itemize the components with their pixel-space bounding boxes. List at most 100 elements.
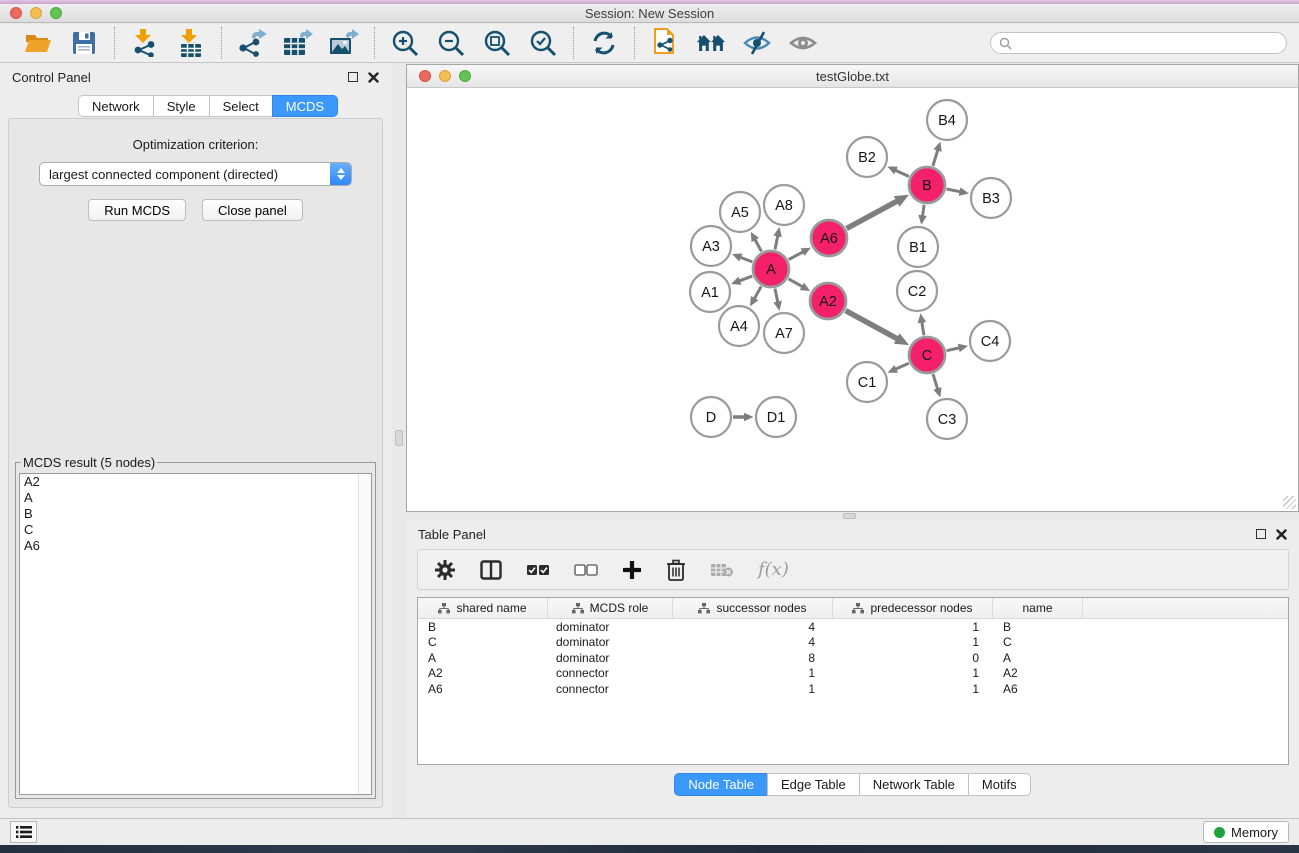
- column-header-name[interactable]: name: [993, 598, 1083, 618]
- tab-style[interactable]: Style: [153, 95, 210, 117]
- zoom-window-button[interactable]: [50, 7, 62, 19]
- tab-edge-table[interactable]: Edge Table: [767, 773, 860, 796]
- minimize-window-button[interactable]: [30, 7, 42, 19]
- graph-node-label-A1: A1: [701, 285, 719, 301]
- graph-edge-A2-C[interactable]: [846, 311, 898, 339]
- network-from-file-icon[interactable]: [650, 28, 680, 58]
- tab-network-table[interactable]: Network Table: [859, 773, 969, 796]
- column-header-successor-nodes[interactable]: successor nodes: [673, 598, 833, 618]
- graph-edge-C-C3[interactable]: [933, 374, 938, 389]
- task-history-button[interactable]: [10, 821, 37, 843]
- deselect-all-icon[interactable]: [574, 563, 598, 577]
- cell-name: A: [993, 651, 1083, 665]
- cell-successor-nodes: 1: [673, 666, 833, 680]
- horizontal-split-handle[interactable]: [843, 513, 856, 519]
- graph-edge-A-A8[interactable]: [775, 235, 778, 249]
- graph-edge-A-A1[interactable]: [739, 276, 752, 281]
- graph-node-label-A: A: [766, 262, 776, 278]
- add-column-icon[interactable]: [622, 560, 642, 580]
- search-input[interactable]: [1018, 36, 1278, 51]
- column-label: predecessor nodes: [870, 601, 972, 615]
- close-window-button[interactable]: [10, 7, 22, 19]
- show-graphics-details-icon[interactable]: [788, 28, 818, 58]
- optimization-criterion-select[interactable]: largest connected component (directed): [39, 162, 352, 186]
- zoom-out-icon[interactable]: [436, 28, 466, 58]
- run-mcds-button[interactable]: Run MCDS: [88, 199, 186, 221]
- zoom-network-button[interactable]: [459, 70, 471, 82]
- network-window-title: testGlobe.txt: [816, 69, 889, 84]
- result-item-a[interactable]: A: [20, 490, 371, 506]
- network-canvas[interactable]: B4B2BB3A8A5A6A3B1AC2A1A2A4A7C4CC1DD1C3: [407, 88, 1298, 511]
- float-panel-icon[interactable]: [348, 72, 358, 82]
- table-row[interactable]: Bdominator41B: [418, 619, 1288, 635]
- tab-select[interactable]: Select: [209, 95, 273, 117]
- result-list-scrollbar[interactable]: [358, 474, 371, 794]
- table-row[interactable]: A6connector11A6: [418, 681, 1288, 697]
- graph-edge-A-A3[interactable]: [740, 257, 752, 262]
- desktop-wallpaper-strip-bottom: [0, 845, 1299, 853]
- graph-node-label-B1: B1: [909, 240, 927, 256]
- graph-edge-A-A7[interactable]: [775, 289, 778, 303]
- zoom-in-icon[interactable]: [390, 28, 420, 58]
- cell-MCDS-role: dominator: [548, 651, 673, 665]
- graph-edge-B-B3[interactable]: [947, 189, 961, 192]
- table-row[interactable]: A2connector11A2: [418, 666, 1288, 682]
- vertical-split-handle[interactable]: [395, 430, 403, 446]
- close-network-button[interactable]: [419, 70, 431, 82]
- tab-mcds[interactable]: MCDS: [272, 95, 338, 117]
- window-resize-grip[interactable]: [1283, 496, 1296, 509]
- close-table-panel-icon[interactable]: [1276, 529, 1287, 540]
- graph-edge-C-C1[interactable]: [895, 363, 908, 369]
- column-header-predecessor-nodes[interactable]: predecessor nodes: [833, 598, 993, 618]
- export-network-icon[interactable]: [237, 28, 267, 58]
- cell-predecessor-nodes: 1: [833, 635, 993, 649]
- zoom-selected-icon[interactable]: [528, 28, 558, 58]
- column-header-shared-name[interactable]: shared name: [418, 598, 548, 618]
- split-panel-icon[interactable]: [480, 560, 502, 580]
- column-header-MCDS-role[interactable]: MCDS role: [548, 598, 673, 618]
- graph-node-label-D: D: [706, 410, 716, 426]
- table-row[interactable]: Cdominator41C: [418, 635, 1288, 651]
- home-icon[interactable]: [696, 28, 726, 58]
- graph-edge-A-A6[interactable]: [789, 252, 804, 260]
- select-all-icon[interactable]: [526, 563, 550, 577]
- graph-edge-A6-B[interactable]: [847, 201, 898, 229]
- graph-edge-B-B4[interactable]: [933, 150, 938, 166]
- table-panel-title: Table Panel: [418, 527, 486, 542]
- close-panel-icon[interactable]: [368, 72, 379, 83]
- search-box[interactable]: [990, 32, 1287, 54]
- graph-edge-B-B1[interactable]: [922, 205, 924, 217]
- graph-edge-B-B2[interactable]: [895, 170, 909, 176]
- hide-graphics-details-icon[interactable]: [742, 28, 772, 58]
- result-item-c[interactable]: C: [20, 522, 371, 538]
- tab-network[interactable]: Network: [78, 95, 154, 117]
- window-controls: [10, 7, 62, 19]
- tab-motifs[interactable]: Motifs: [968, 773, 1031, 796]
- result-item-a2[interactable]: A2: [20, 474, 371, 490]
- float-table-panel-icon[interactable]: [1256, 529, 1266, 539]
- tab-node-table[interactable]: Node Table: [674, 773, 768, 796]
- import-table-icon[interactable]: [176, 28, 206, 58]
- minimize-network-button[interactable]: [439, 70, 451, 82]
- graph-edge-C-C2[interactable]: [922, 322, 924, 336]
- graph-edge-A-A4[interactable]: [754, 286, 761, 299]
- column-settings-icon[interactable]: [434, 559, 456, 581]
- column-label: name: [1022, 601, 1052, 615]
- close-panel-button[interactable]: Close panel: [202, 199, 303, 221]
- graph-edge-A-A5[interactable]: [755, 239, 762, 251]
- delete-columns-icon[interactable]: [666, 559, 686, 581]
- graph-edge-A-A2[interactable]: [788, 279, 802, 287]
- open-session-icon[interactable]: [23, 28, 53, 58]
- import-network-icon[interactable]: [130, 28, 160, 58]
- graph-edge-C-C4[interactable]: [947, 348, 960, 351]
- export-table-icon[interactable]: [283, 28, 313, 58]
- save-session-icon[interactable]: [69, 28, 99, 58]
- table-row[interactable]: Adominator80A: [418, 650, 1288, 666]
- memory-button[interactable]: Memory: [1203, 821, 1289, 843]
- result-item-b[interactable]: B: [20, 506, 371, 522]
- export-image-icon[interactable]: [329, 28, 359, 58]
- zoom-fit-icon[interactable]: [482, 28, 512, 58]
- result-item-a6[interactable]: A6: [20, 538, 371, 554]
- refresh-view-icon[interactable]: [589, 28, 619, 58]
- control-panel-title: Control Panel: [12, 70, 91, 85]
